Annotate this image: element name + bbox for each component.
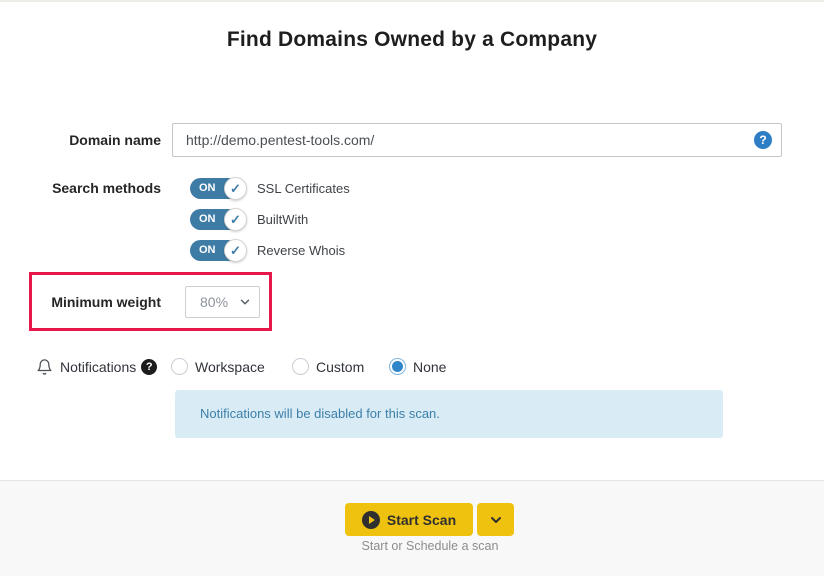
search-method-label: SSL Certificates (257, 181, 350, 196)
radio-label: None (413, 359, 446, 375)
search-method-row: ON ✓ BuiltWith (190, 208, 308, 231)
radio-label: Workspace (195, 359, 265, 375)
domain-name-value: http://demo.pentest-tools.com/ (186, 124, 374, 156)
radio-circle-selected-icon[interactable] (389, 358, 406, 375)
checkmark-icon: ✓ (224, 208, 247, 231)
search-method-label: Reverse Whois (257, 243, 345, 258)
chevron-down-icon (238, 295, 252, 314)
checkmark-icon: ✓ (224, 239, 247, 262)
notifications-info-box: Notifications will be disabled for this … (175, 390, 723, 438)
checkmark-icon: ✓ (224, 177, 247, 200)
notifications-row: Notifications ? (36, 356, 157, 377)
notifications-label: Notifications (60, 359, 136, 375)
start-scan-label: Start Scan (387, 512, 456, 528)
info-message: Notifications will be disabled for this … (200, 390, 440, 438)
toggle-reverse-whois[interactable]: ON ✓ (190, 239, 247, 262)
chevron-down-icon (488, 512, 504, 528)
domain-name-input[interactable]: http://demo.pentest-tools.com/ ? (172, 123, 782, 157)
minimum-weight-select[interactable]: 80% (185, 286, 260, 318)
scan-config-page: Find Domains Owned by a Company Domain n… (0, 0, 824, 582)
bell-icon (36, 358, 53, 376)
domain-help-icon[interactable]: ? (754, 131, 772, 149)
radio-label: Custom (316, 359, 364, 375)
toggle-ssl-certificates[interactable]: ON ✓ (190, 177, 247, 200)
notifications-help-icon[interactable]: ? (141, 359, 157, 375)
page-title: Find Domains Owned by a Company (0, 28, 824, 52)
scan-options-dropdown-button[interactable] (477, 503, 514, 536)
play-icon (362, 511, 380, 529)
radio-none[interactable]: None (389, 356, 446, 377)
top-divider (0, 0, 824, 2)
footer-bar: Start Scan Start or Schedule a scan (0, 480, 824, 576)
search-method-row: ON ✓ Reverse Whois (190, 239, 345, 262)
radio-custom[interactable]: Custom (292, 356, 364, 377)
search-method-row: ON ✓ SSL Certificates (190, 177, 350, 200)
radio-circle-icon[interactable] (171, 358, 188, 375)
search-method-label: BuiltWith (257, 212, 308, 227)
search-methods-label: Search methods (0, 177, 161, 199)
domain-name-label: Domain name (0, 123, 161, 157)
footer-hint: Start or Schedule a scan (305, 539, 555, 553)
minimum-weight-label: Minimum weight (0, 286, 161, 318)
minimum-weight-value: 80% (200, 287, 228, 317)
start-scan-button[interactable]: Start Scan (345, 503, 473, 536)
radio-circle-icon[interactable] (292, 358, 309, 375)
toggle-builtwith[interactable]: ON ✓ (190, 208, 247, 231)
radio-workspace[interactable]: Workspace (171, 356, 265, 377)
